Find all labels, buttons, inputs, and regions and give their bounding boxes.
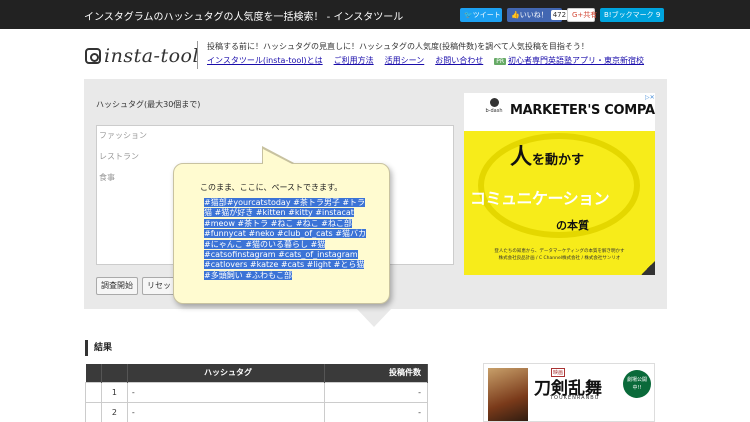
header-nav: インスタツール(insta-tool)とは ご利用方法 活用シーン お問い合わせ… — [207, 55, 644, 66]
ad-headline: 人を動かす — [510, 139, 584, 171]
row-hashtag: - — [126, 381, 326, 403]
results-heading: 結果 — [85, 340, 112, 356]
tooltip-hashtags: #猫部#yourcatstoday #茶トラ男子 #トラ猫 #猫が好き #kit… — [204, 198, 366, 281]
row-number: 2 — [100, 401, 128, 422]
ad-headline-big: 人 — [510, 145, 533, 170]
facebook-like-button[interactable]: 👍いいね！ 472 — [507, 8, 569, 22]
col-header-number — [101, 364, 128, 382]
hatena-bookmark-button[interactable]: B!ブックマーク 9 — [600, 8, 664, 22]
ad-brand: b-dash — [483, 98, 505, 114]
row-number: 1 — [100, 381, 128, 403]
ad-headline-3: の本質 — [556, 219, 589, 232]
top-bar: インスタグラムのハッシュタグの人気度を一括検索！ - インスタツール 🐦ツイート… — [0, 0, 750, 29]
site-logo[interactable]: insta-tool — [85, 43, 199, 69]
ad-header: b-dash MARKETER'S COMPASS ▷✕ — [464, 93, 655, 131]
col-header-hashtag: ハッシュタグ — [127, 364, 326, 382]
panel-pointer — [357, 309, 391, 327]
google-icon: G+ — [572, 11, 584, 19]
paste-tooltip: このまま、ここに、ペーストできます。 #猫部#yourcatstoday #茶ト… — [173, 163, 390, 304]
selected-hashtags: #猫部#yourcatstoday #茶トラ男子 #トラ猫 #猫が好き #kit… — [204, 198, 366, 280]
ad-text-link[interactable]: PR 初心者専門英語塾アプリ・東京新宿校 — [494, 55, 644, 66]
instagram-icon — [85, 48, 101, 64]
ad-corner-decoration — [641, 261, 655, 275]
ad-title: MARKETER'S COMPASS — [510, 103, 655, 118]
row-count: - — [324, 381, 428, 403]
site-title: インスタグラムのハッシュタグの人気度を一括検索！ - インスタツール — [84, 12, 404, 23]
ad-footer-text: 登人たちの知恵から、データマーケティングの本質を解き明かす — [494, 249, 625, 254]
nav-usage[interactable]: ご利用方法 — [334, 55, 374, 66]
twitter-icon: 🐦 — [464, 11, 473, 19]
ad-banner[interactable]: b-dash MARKETER'S COMPASS ▷✕ 人を動かす コミュニケ… — [464, 93, 655, 275]
ad-choices-icon[interactable]: ▷✕ — [645, 94, 655, 102]
b-dash-logo-icon — [489, 98, 499, 107]
ad-brand-text: b-dash — [485, 108, 503, 114]
tooltip-heading: このまま、ここに、ペーストできます。 — [200, 183, 343, 192]
placeholder-line: ファッション — [99, 131, 147, 140]
ad-footer-sponsors: 株式会社良品計画 / C Channel株式会社 / 株式会社サンリオ — [498, 256, 621, 261]
nav-contact[interactable]: お問い合わせ — [435, 55, 483, 66]
table-row: 2 - - — [85, 401, 428, 422]
tooltip-arrow-fill — [263, 149, 294, 165]
logo-text: insta-tool — [104, 45, 200, 67]
tagline: 投稿する前に！ハッシュタグの見直しに！ハッシュタグの人気度(投稿件数)を調べて人… — [207, 42, 589, 51]
hashtag-field-label: ハッシュタグ(最大30個まで) — [96, 100, 201, 109]
placeholder-line: レストラン — [99, 152, 139, 161]
movie-ad-stamp: 劇場公開中!! — [623, 370, 651, 398]
ad-footer: 登人たちの知恵から、データマーケティングの本質を解き明かす 株式会社良品計画 /… — [472, 248, 647, 262]
row-check-cell[interactable] — [85, 381, 102, 403]
tweet-label: ツイート — [472, 11, 501, 19]
page: インスタグラムのハッシュタグの人気度を一括検索！ - インスタツール 🐦ツイート… — [0, 0, 750, 422]
movie-ad-subtitle: TOUKENRANBU — [550, 395, 600, 401]
placeholder-line: 食事 — [99, 173, 115, 182]
google-share-label: 共有 — [583, 11, 598, 19]
thumbs-up-icon: 👍 — [511, 11, 520, 19]
tweet-button[interactable]: 🐦ツイート — [460, 8, 502, 22]
nav-scenes[interactable]: 活用シーン — [385, 55, 425, 66]
header-divider — [197, 41, 198, 69]
results-table: ハッシュタグ 投稿件数 1 - - 2 - - — [85, 364, 428, 422]
col-header-count: 投稿件数 — [324, 364, 428, 382]
nav-about[interactable]: インスタツール(insta-tool)とは — [207, 55, 323, 66]
start-search-button[interactable]: 調査開始 — [96, 277, 138, 295]
pr-badge: PR — [494, 58, 507, 65]
like-count: 472 — [550, 10, 569, 20]
ad-headline-2: コミュニケーション — [470, 189, 610, 208]
google-share-button[interactable]: G+共有 — [567, 8, 598, 22]
row-count: - — [324, 401, 428, 422]
table-row: 1 - - — [85, 381, 428, 403]
like-label: いいね！ — [519, 11, 548, 19]
row-hashtag: - — [126, 401, 326, 422]
ad-headline-rest: を動かす — [532, 153, 585, 168]
table-header-row: ハッシュタグ 投稿件数 — [85, 364, 428, 382]
row-check-cell[interactable] — [85, 401, 102, 422]
col-header-check — [85, 364, 102, 382]
movie-ad-banner[interactable]: 映画 刀剣乱舞 TOUKENRANBU 劇場公開中!! — [483, 363, 655, 422]
ad-link-text: 初心者専門英語塾アプリ・東京新宿校 — [508, 56, 645, 65]
movie-ad-artwork — [488, 368, 528, 421]
